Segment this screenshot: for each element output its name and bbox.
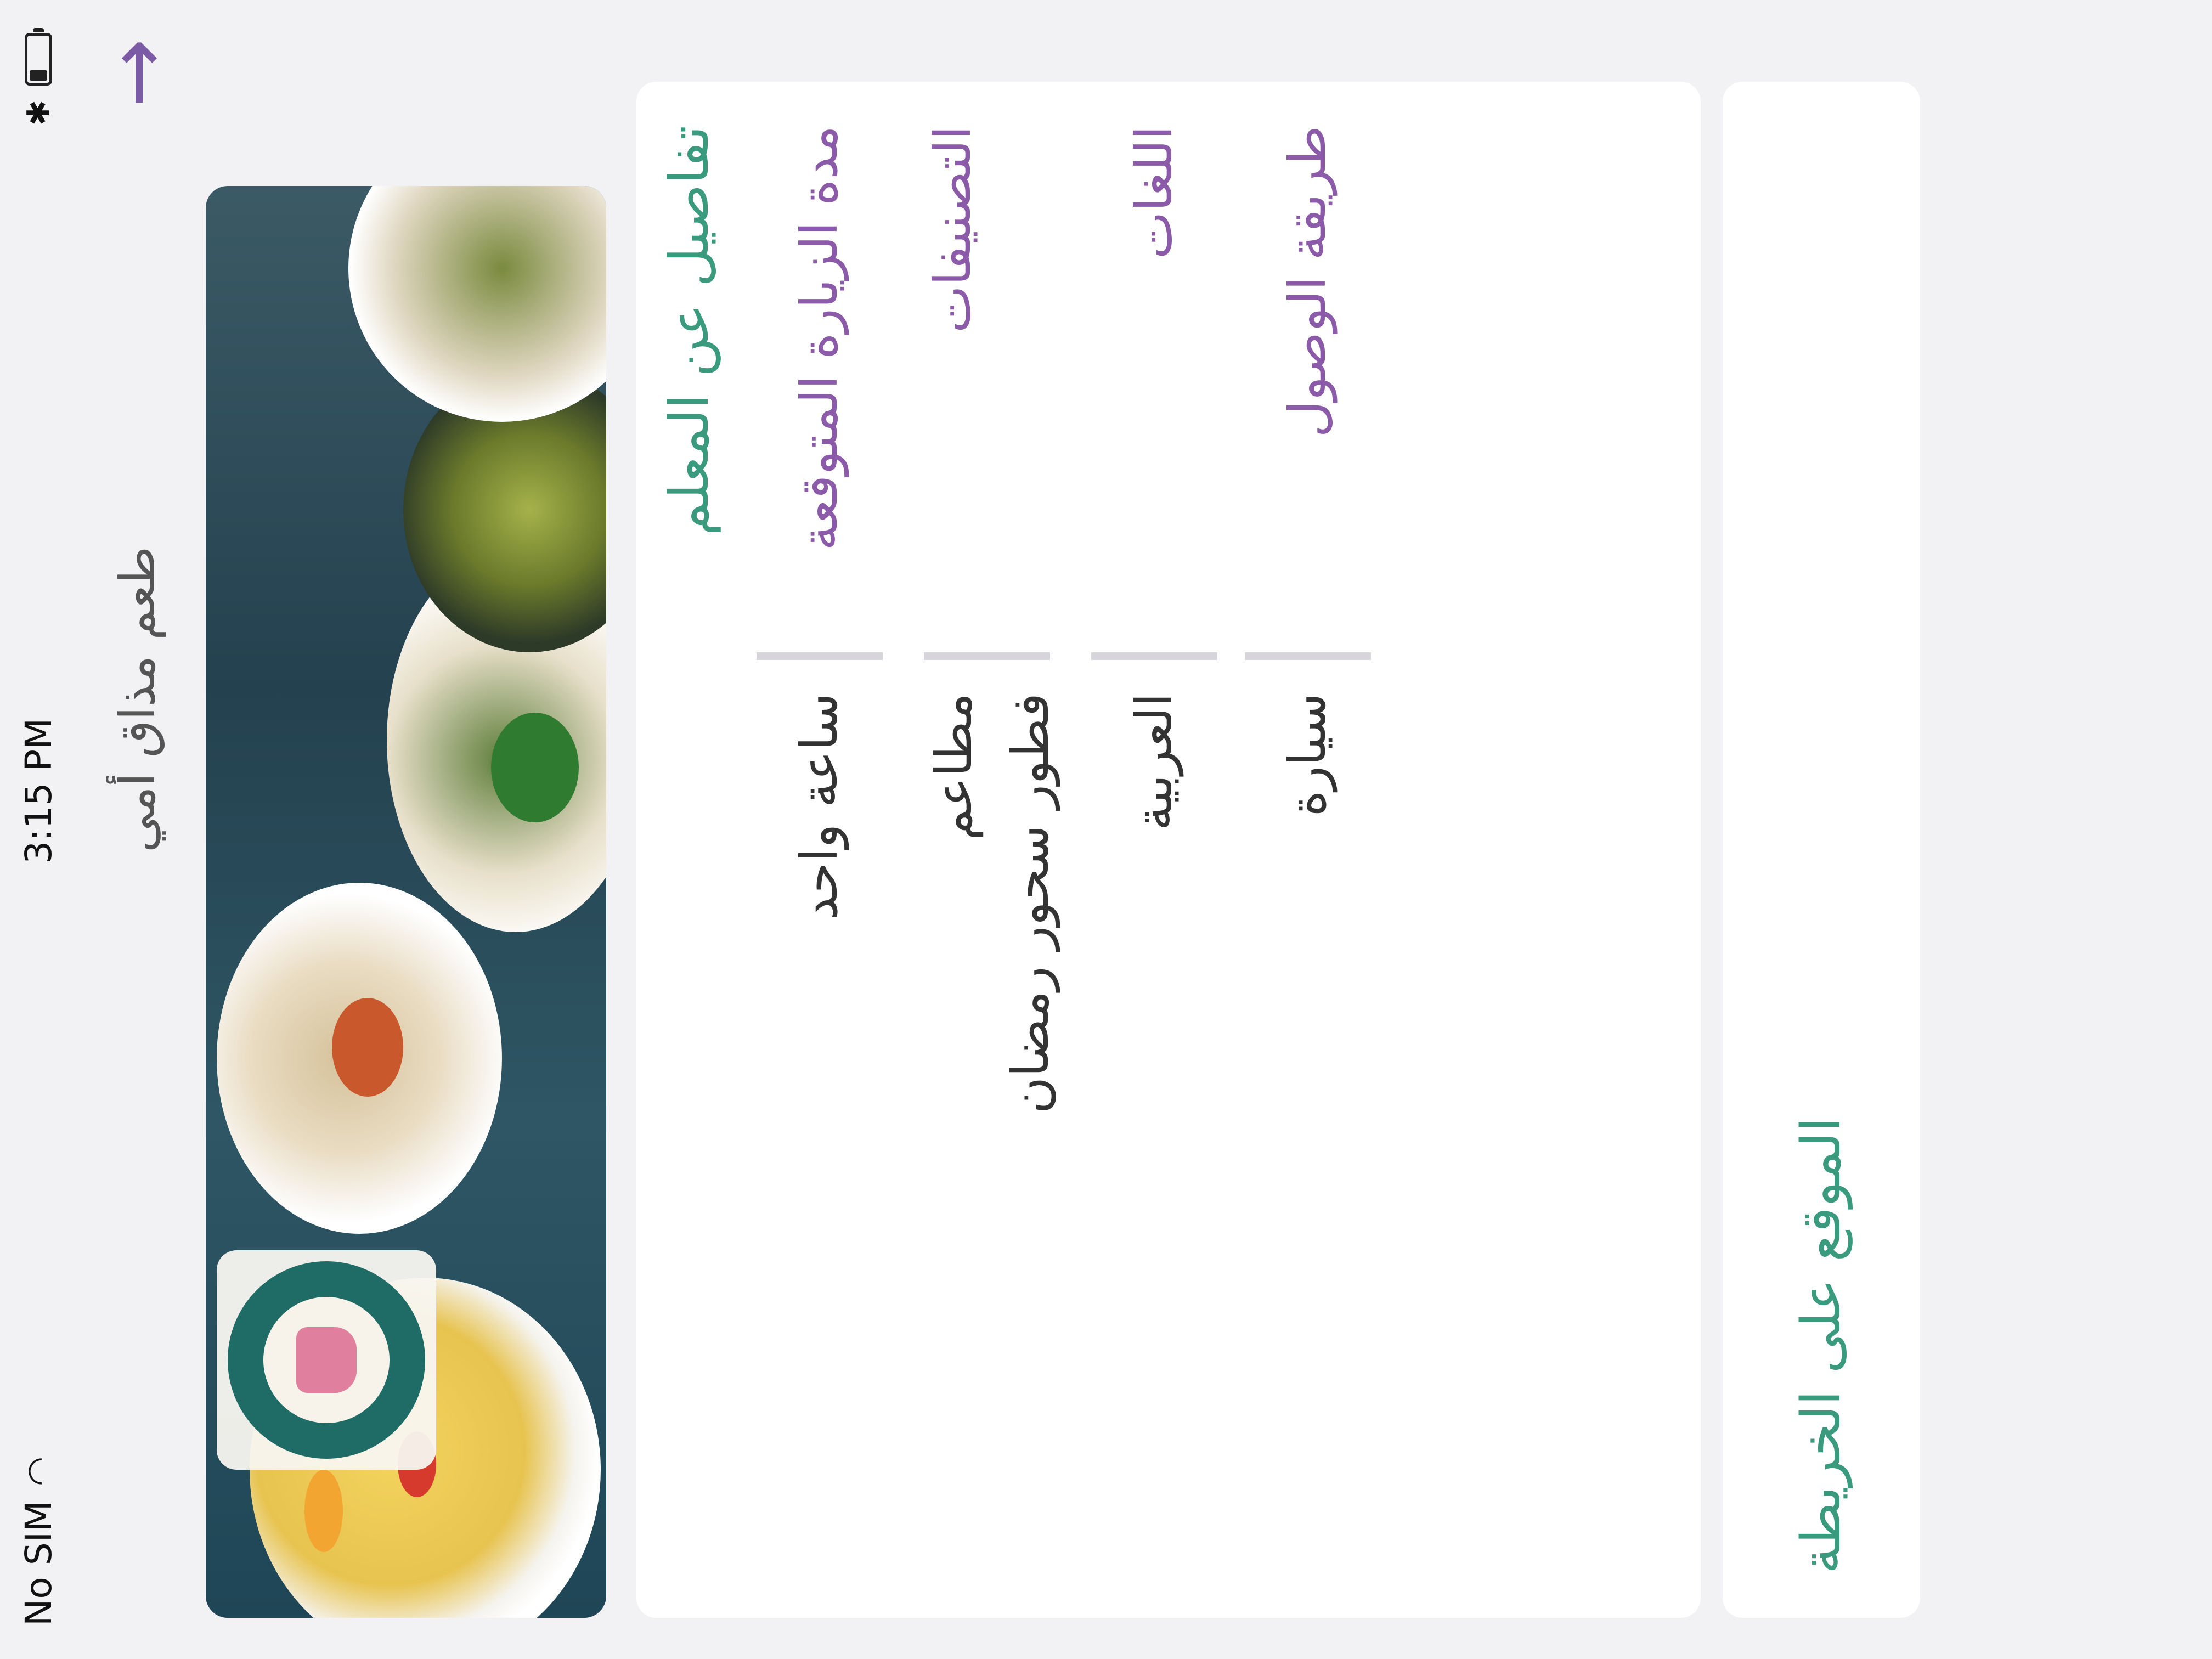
detail-row-languages: اللغات العربية — [1083, 126, 1226, 1574]
detail-label: التصنيفات — [923, 126, 982, 333]
wifi-icon: ◠ — [18, 1456, 59, 1486]
back-arrow-icon[interactable]: → — [89, 38, 185, 108]
detail-value: ساعة واحد — [789, 693, 849, 920]
status-time: 3:15 PM — [17, 718, 60, 864]
category-item: مطاعم — [924, 693, 983, 840]
hero-image — [206, 186, 606, 1618]
detail-row-categories: التصنيفات مطاعم فطور سحور رمضان — [902, 126, 1083, 1574]
page-title: طعم مذاق أمي — [109, 546, 166, 853]
details-card: تفاصيل عن المعلم مدة الزيارة المتوقعة سا… — [636, 82, 1701, 1618]
map-location-button[interactable]: الموقع على الخريطة — [1723, 82, 1920, 1618]
phone-screen: No SIM ◠ 3:15 PM ✱ → طعم مذاق أمي تفاصيل… — [0, 0, 2212, 1659]
detail-row-duration: مدة الزيارة المتوقعة ساعة واحد — [737, 126, 902, 1574]
category-item: فطور سحور رمضان — [1001, 693, 1060, 1114]
bluetooth-icon: ✱ — [20, 100, 57, 126]
divider — [1245, 652, 1371, 660]
details-title: تفاصيل عن المعلم — [658, 126, 721, 536]
detail-label: مدة الزيارة المتوقعة — [790, 126, 849, 551]
map-location-label: الموقع على الخريطة — [1790, 1117, 1853, 1574]
divider — [757, 652, 883, 660]
detail-value: العربية — [1124, 693, 1183, 831]
detail-value: سيارة — [1278, 693, 1337, 817]
detail-label: طريقة الوصول — [1278, 126, 1338, 438]
status-bar: No SIM ◠ 3:15 PM ✱ — [0, 0, 77, 1659]
navigation-bar: → طعم مذاق أمي — [77, 0, 198, 1659]
detail-row-access: طريقة الوصول سيارة — [1226, 126, 1390, 1574]
cooking-pot-icon — [296, 1327, 357, 1393]
carrier-label: No SIM — [17, 1500, 60, 1626]
detail-label: اللغات — [1125, 126, 1184, 259]
divider — [924, 652, 1050, 660]
restaurant-logo — [217, 1250, 436, 1470]
divider — [1091, 652, 1217, 660]
battery-icon — [25, 33, 52, 86]
salad-plate — [348, 186, 606, 422]
